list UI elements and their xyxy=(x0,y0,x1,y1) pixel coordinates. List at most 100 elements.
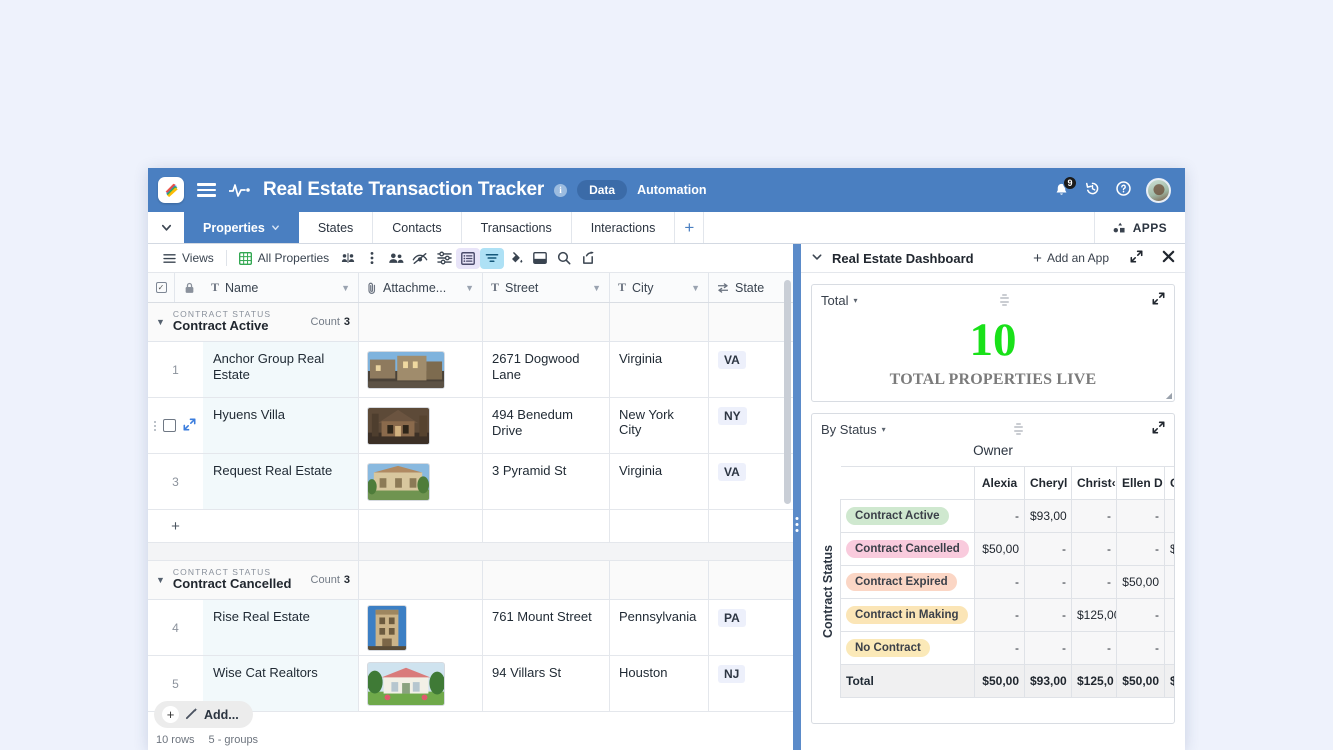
help-icon[interactable] xyxy=(1115,180,1132,200)
tab-contacts[interactable]: Contacts xyxy=(373,212,461,243)
cell-state[interactable]: NJ xyxy=(709,656,785,711)
kebab-menu-icon[interactable] xyxy=(360,248,384,269)
collapse-triangle-icon[interactable]: ▼ xyxy=(156,575,165,585)
search-icon[interactable] xyxy=(552,248,576,269)
cell-name[interactable]: Hyuens Villa xyxy=(203,398,359,453)
expand-record-icon[interactable] xyxy=(183,418,196,434)
hamburger-icon[interactable] xyxy=(194,180,219,200)
table-row[interactable]: Hyuens Villa xyxy=(148,398,793,454)
column-header-name[interactable]: T Name ▼ xyxy=(203,273,359,302)
property-thumbnail[interactable] xyxy=(367,463,430,501)
cell-city[interactable]: Pennsylvania xyxy=(610,600,709,655)
row-checkbox[interactable] xyxy=(163,419,176,432)
add-row-icon[interactable]: + xyxy=(148,510,203,542)
group-header-left[interactable]: ▼ CONTRACT STATUS Contract Cancelled Cou… xyxy=(148,561,359,599)
cell-name[interactable]: Rise Real Estate xyxy=(203,600,359,655)
widget-total[interactable]: Total ▾ 10 TOTAL PROPE xyxy=(811,284,1175,402)
chevron-down-icon[interactable]: ▼ xyxy=(341,283,350,293)
property-thumbnail[interactable] xyxy=(367,605,407,651)
tab-properties[interactable]: Properties xyxy=(184,212,299,243)
expand-icon[interactable] xyxy=(1152,292,1165,308)
cell-attachment[interactable] xyxy=(359,454,483,509)
cell-state[interactable]: NY xyxy=(709,398,785,453)
current-view-button[interactable]: All Properties xyxy=(232,247,336,269)
add-row[interactable]: + xyxy=(148,510,793,543)
drag-grip-icon[interactable] xyxy=(1000,294,1009,307)
collaborators-icon[interactable] xyxy=(384,248,408,269)
add-record-pill[interactable]: + Add... xyxy=(154,701,253,728)
pane-splitter[interactable] xyxy=(793,244,801,750)
sort-icon[interactable] xyxy=(432,248,456,269)
cell-attachment[interactable] xyxy=(359,342,483,397)
cell-street[interactable]: 761 Mount Street xyxy=(483,600,610,655)
cell-city[interactable]: New York City xyxy=(610,398,709,453)
cell-city[interactable]: Virginia xyxy=(610,342,709,397)
export-icon[interactable] xyxy=(576,248,600,269)
chevron-down-icon[interactable]: ▼ xyxy=(592,283,601,293)
tabs-collapse-button[interactable] xyxy=(148,212,184,243)
cell-attachment[interactable] xyxy=(359,656,483,711)
automation-link[interactable]: Automation xyxy=(637,183,706,197)
cell-street[interactable]: 494 Benedum Drive xyxy=(483,398,610,453)
history-icon[interactable] xyxy=(1084,180,1101,200)
group-header-left[interactable]: ▼ CONTRACT STATUS Contract Active Count3 xyxy=(148,303,359,341)
cell-street[interactable]: 94 Villars St xyxy=(483,656,610,711)
cell-name[interactable]: Anchor Group Real Estate xyxy=(203,342,359,397)
notifications-button[interactable]: 9 xyxy=(1053,182,1070,199)
cell-state[interactable]: VA xyxy=(709,342,785,397)
widget-title[interactable]: By Status xyxy=(821,422,877,437)
cell-city[interactable]: Virginia xyxy=(610,454,709,509)
apps-button[interactable]: APPS xyxy=(1094,212,1185,243)
tab-transactions[interactable]: Transactions xyxy=(462,212,572,243)
group-header-contract-cancelled[interactable]: ▼ CONTRACT STATUS Contract Cancelled Cou… xyxy=(148,561,793,600)
row-height-icon[interactable] xyxy=(456,248,480,269)
info-icon[interactable]: i xyxy=(554,184,567,197)
resize-handle-icon[interactable]: ◢ xyxy=(1166,391,1172,400)
stack-logo[interactable] xyxy=(158,177,184,203)
chevron-down-icon[interactable]: ▾ xyxy=(882,425,886,434)
chevron-down-icon[interactable] xyxy=(811,251,823,266)
views-button[interactable]: Views xyxy=(156,247,221,269)
splitter-grip-icon[interactable] xyxy=(796,517,799,532)
close-icon[interactable] xyxy=(1162,250,1175,266)
cell-name[interactable]: Request Real Estate xyxy=(203,454,359,509)
chevron-down-icon[interactable]: ▼ xyxy=(465,283,474,293)
data-pill[interactable]: Data xyxy=(577,180,627,200)
filter-icon[interactable] xyxy=(480,248,504,269)
cell-city[interactable]: Houston xyxy=(610,656,709,711)
avatar[interactable] xyxy=(1146,178,1171,203)
cell-street[interactable]: 3 Pyramid St xyxy=(483,454,610,509)
cell-street[interactable]: 2671 Dogwood Lane xyxy=(483,342,610,397)
cell-attachment[interactable] xyxy=(359,398,483,453)
hide-fields-icon[interactable] xyxy=(408,248,432,269)
property-thumbnail[interactable] xyxy=(367,662,445,706)
tab-interactions[interactable]: Interactions xyxy=(572,212,676,243)
drag-handle-icon[interactable] xyxy=(154,421,156,431)
property-thumbnail[interactable] xyxy=(367,407,430,445)
collapse-triangle-icon[interactable]: ▼ xyxy=(156,317,165,327)
chevron-down-icon[interactable]: ▼ xyxy=(691,283,700,293)
column-header-attachment[interactable]: Attachme... ▼ xyxy=(359,273,483,302)
group-header-contract-active[interactable]: ▼ CONTRACT STATUS Contract Active Count3 xyxy=(148,303,793,342)
table-row[interactable]: 1 Anchor Group Real Estate xyxy=(148,342,793,398)
table-row[interactable]: 3 Request Real Estate xyxy=(148,454,793,510)
cell-attachment[interactable] xyxy=(359,600,483,655)
table-row[interactable]: 4 Rise Real Estate xyxy=(148,600,793,656)
column-header-street[interactable]: T Street ▼ xyxy=(483,273,610,302)
property-thumbnail[interactable] xyxy=(367,351,445,389)
add-tab-button[interactable]: + xyxy=(675,212,703,243)
widget-by-status[interactable]: By Status ▾ Owner xyxy=(811,413,1175,724)
grid-vertical-scrollbar[interactable] xyxy=(784,280,791,504)
chevron-down-icon[interactable]: ▾ xyxy=(853,296,857,305)
row-hover-controls[interactable] xyxy=(148,398,203,453)
column-header-state[interactable]: State xyxy=(709,273,785,302)
column-header-city[interactable]: T City ▼ xyxy=(610,273,709,302)
expand-dashboard-icon[interactable] xyxy=(1130,250,1143,266)
expand-icon[interactable] xyxy=(1152,421,1165,437)
cell-state[interactable]: VA xyxy=(709,454,785,509)
select-all-checkbox[interactable]: ✓ xyxy=(148,273,175,302)
share-view-icon[interactable] xyxy=(336,248,360,269)
row-layout-icon[interactable] xyxy=(528,248,552,269)
add-plus-icon[interactable]: + xyxy=(162,706,179,723)
tab-states[interactable]: States xyxy=(299,212,373,243)
